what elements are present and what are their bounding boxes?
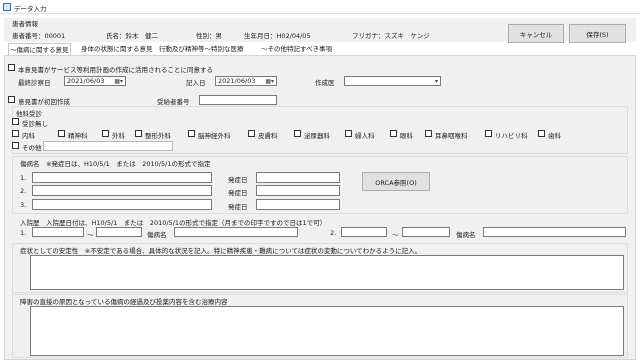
- dept-checkbox-rehabilitation[interactable]: [485, 130, 492, 137]
- dept-checkbox-ent[interactable]: [425, 130, 432, 137]
- recipient-number-label: 受給者番号: [157, 98, 190, 106]
- stability-textarea[interactable]: [30, 255, 624, 290]
- onset-label-1: 発症日: [228, 176, 248, 184]
- onset-label-3: 発症日: [228, 203, 248, 211]
- dept-label-gynecology: 婦人科: [355, 132, 375, 140]
- window-title: データ入力: [14, 5, 47, 13]
- tab-behavior-special-care[interactable]: 行動及び精神等～特別な医療: [158, 43, 245, 55]
- dept-label-dermatology: 皮膚科: [258, 132, 278, 140]
- orca-reference-button[interactable]: ORCA参照(O): [362, 172, 430, 191]
- dept-checkbox-urology[interactable]: [294, 130, 301, 137]
- patient-kana: フリガナ：スズキ ケンジ: [352, 32, 430, 40]
- tab-diagnosis-opinion[interactable]: ～傷病に関する意見: [8, 43, 71, 55]
- calendar-icon[interactable]: ▦▾: [265, 78, 274, 86]
- dept-label-orthopedics: 整形外科: [145, 132, 171, 140]
- chevron-down-icon[interactable]: ▾: [435, 78, 438, 85]
- hospital-disease-label-2: 傷病名: [456, 231, 476, 239]
- other-dept-title: 他科受診: [16, 110, 42, 118]
- calendar-icon[interactable]: ▦▾: [114, 78, 123, 86]
- tab-other-notes[interactable]: ～その他特記すべき事項: [260, 43, 333, 55]
- last-exam-date-value: 2021/06/03: [67, 77, 105, 85]
- cancel-button[interactable]: キャンセル: [508, 24, 564, 43]
- dept-label-rehabilitation: リハビリ科: [495, 132, 528, 140]
- save-button[interactable]: 保存(S): [569, 24, 626, 43]
- patient-number: 患者番号：00001: [12, 32, 66, 40]
- hospital-history-title: 入院歴 入院歴日付は、H10/5/1 または 2010/5/1の形式で指定（月ま…: [20, 219, 327, 227]
- diagnosis-title: 傷病名 ※発症日は、H10/5/1 または 2010/5/1の形式で指定: [20, 160, 211, 168]
- dept-label-psychiatry: 精神科: [68, 132, 88, 140]
- hospital-disease-input-1[interactable]: [174, 227, 298, 237]
- hospital-row-number-1: 1.: [20, 229, 27, 237]
- recipient-number-input[interactable]: [199, 95, 277, 105]
- hospital-from-input-2[interactable]: [341, 227, 387, 237]
- hospital-disease-input-2[interactable]: [483, 227, 626, 237]
- dept-label-ophthalmology: 眼科: [400, 132, 413, 140]
- entry-date-picker[interactable]: 2021/06/03 ▦▾: [215, 76, 277, 86]
- dept-label-other: その他: [22, 144, 42, 152]
- dept-checkbox-gynecology[interactable]: [345, 130, 352, 137]
- last-exam-date-picker[interactable]: 2021/06/03 ▦▾: [64, 76, 126, 86]
- doctor-select[interactable]: ▾: [344, 76, 441, 86]
- first-time-label: 意見書が初回作成: [18, 98, 70, 106]
- dept-checkbox-surgery[interactable]: [102, 130, 109, 137]
- onset-date-input-3[interactable]: [256, 199, 340, 210]
- dept-checkbox-orthopedics[interactable]: [135, 130, 142, 137]
- entry-date-value: 2021/06/03: [218, 77, 256, 85]
- hospital-to-input-1[interactable]: [96, 227, 142, 237]
- onset-date-input-2[interactable]: [256, 185, 340, 196]
- diagnosis-row-number-2: 2.: [20, 187, 27, 195]
- dept-label-neurosurgery: 脳神経外科: [198, 132, 231, 140]
- first-time-checkbox[interactable]: [8, 96, 15, 103]
- dept-checkbox-ophthalmology[interactable]: [390, 130, 397, 137]
- dept-checkbox-dermatology[interactable]: [248, 130, 255, 137]
- no-visit-checkbox[interactable]: [12, 118, 19, 125]
- onset-label-2: 発症日: [228, 189, 248, 197]
- dept-checkbox-psychiatry[interactable]: [58, 130, 65, 137]
- diagnosis-input-3[interactable]: [32, 199, 212, 210]
- patient-sex: 性別：男: [196, 32, 222, 40]
- dept-label-urology: 泌尿器科: [304, 132, 330, 140]
- tab-physical-condition[interactable]: 身体の状態に関する意見: [80, 43, 154, 55]
- consent-label: 本意見書がサービス等利用計画の作成に活用されることに同意する: [18, 66, 213, 74]
- onset-date-input-1[interactable]: [256, 172, 340, 183]
- last-exam-label: 最終診察日: [18, 79, 51, 87]
- diagnosis-row-number-1: 1.: [20, 174, 27, 182]
- hospital-disease-label-1: 傷病名: [147, 231, 167, 239]
- diagnosis-input-1[interactable]: [32, 172, 212, 183]
- window-title-bar: データ入力: [0, 0, 640, 14]
- dept-checkbox-dentistry[interactable]: [538, 130, 545, 137]
- patient-birthdate: 生年月日：H02/04/05: [244, 32, 311, 40]
- hospital-to-input-2[interactable]: [402, 227, 450, 237]
- doctor-label: 作成医: [315, 79, 335, 87]
- dept-label-surgery: 外科: [112, 132, 125, 140]
- dept-label-ent: 耳鼻咽喉科: [435, 132, 468, 140]
- tab-strip: ～傷病に関する意見 身体の状態に関する意見 行動及び精神等～特別な医療 ～その他…: [4, 43, 636, 55]
- hospital-row-number-2: 2.: [330, 229, 337, 237]
- treatment-textarea[interactable]: [30, 306, 624, 356]
- diagnosis-row-number-3: 3.: [20, 201, 27, 209]
- diagnosis-input-2[interactable]: [32, 185, 212, 196]
- no-visit-label: 受診無し: [22, 120, 48, 128]
- other-dept-input[interactable]: [43, 141, 173, 151]
- dept-label-dentistry: 歯科: [548, 132, 561, 140]
- treatment-label: 障害の直接の原因となっている傷病の経過及び投薬内容を含む治療内容: [20, 298, 228, 306]
- patient-section-title: 患者情報: [12, 20, 38, 28]
- hospital-from-input-1[interactable]: [32, 227, 84, 237]
- dept-checkbox-neurosurgery[interactable]: [188, 130, 195, 137]
- hospital-tilde-2: ～: [392, 231, 399, 239]
- consent-checkbox[interactable]: [8, 64, 15, 71]
- entry-date-label: 記入日: [186, 79, 206, 87]
- stability-label: 症状としての安定性 ※不安定である場合、具体的な状況を記入。特に精神疾患・難病に…: [20, 247, 422, 255]
- dept-label-internal: 内科: [22, 132, 35, 140]
- patient-name: 氏名：鈴木 健二: [106, 32, 158, 40]
- window-icon: [3, 3, 11, 11]
- hospital-tilde-1: ～: [87, 231, 94, 239]
- dept-checkbox-other[interactable]: [12, 142, 19, 149]
- dept-checkbox-internal[interactable]: [12, 130, 19, 137]
